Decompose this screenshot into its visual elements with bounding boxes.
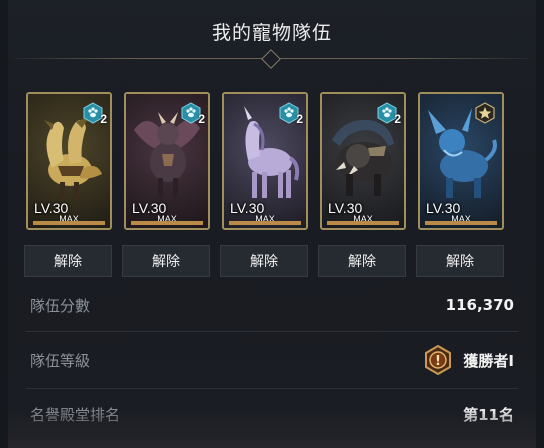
team-grade-row: 隊伍等級 ! 獲勝者I bbox=[30, 338, 514, 382]
pet-card-5[interactable]: LV.30 MAX bbox=[418, 92, 504, 230]
title-ornament-icon bbox=[261, 49, 281, 69]
pet-level-bar bbox=[425, 221, 497, 225]
row-divider bbox=[26, 331, 518, 332]
pet-card-1[interactable]: 2 LV.30 MAX bbox=[26, 92, 112, 230]
pet-level-bar bbox=[327, 221, 399, 225]
pet-grade-number: 2 bbox=[198, 112, 205, 126]
pet-team-panel: 我的寵物隊伍 2 LV.30 MAX 2 LV.30 MAX 2 LV.30 M… bbox=[8, 0, 536, 448]
team-score-label: 隊伍分數 bbox=[30, 296, 91, 315]
row-divider bbox=[26, 388, 518, 389]
pet-level-bar bbox=[229, 221, 301, 225]
pet-grade-number: 2 bbox=[296, 112, 303, 126]
pet-card-3[interactable]: 2 LV.30 MAX bbox=[222, 92, 308, 230]
release-button-3[interactable]: 解除 bbox=[220, 245, 308, 277]
team-grade-value-wrap: ! 獲勝者I bbox=[423, 345, 514, 375]
release-button-1[interactable]: 解除 bbox=[24, 245, 112, 277]
pet-level-bar bbox=[33, 221, 105, 225]
release-button-5[interactable]: 解除 bbox=[416, 245, 504, 277]
star-icon bbox=[475, 102, 495, 124]
svg-text:!: ! bbox=[435, 354, 441, 369]
pet-grade-number: 2 bbox=[394, 112, 401, 126]
pet-card-2[interactable]: 2 LV.30 MAX bbox=[124, 92, 210, 230]
release-button-4[interactable]: 解除 bbox=[318, 245, 406, 277]
pet-grade-number: 2 bbox=[100, 112, 107, 126]
team-grade-value: 獲勝者I bbox=[463, 351, 514, 370]
pet-level-bar bbox=[131, 221, 203, 225]
pet-slots: 2 LV.30 MAX 2 LV.30 MAX 2 LV.30 MAX 2 LV… bbox=[26, 92, 526, 232]
pet-card-4[interactable]: 2 LV.30 MAX bbox=[320, 92, 406, 230]
bottom-fade bbox=[8, 408, 536, 448]
team-score-row: 隊伍分數 116,370 bbox=[30, 283, 514, 327]
rank-emblem-icon[interactable]: ! bbox=[423, 345, 453, 375]
team-grade-label: 隊伍等級 bbox=[30, 351, 91, 370]
release-button-2[interactable]: 解除 bbox=[122, 245, 210, 277]
panel-title: 我的寵物隊伍 bbox=[211, 22, 332, 44]
team-score-value: 116,370 bbox=[445, 296, 514, 314]
